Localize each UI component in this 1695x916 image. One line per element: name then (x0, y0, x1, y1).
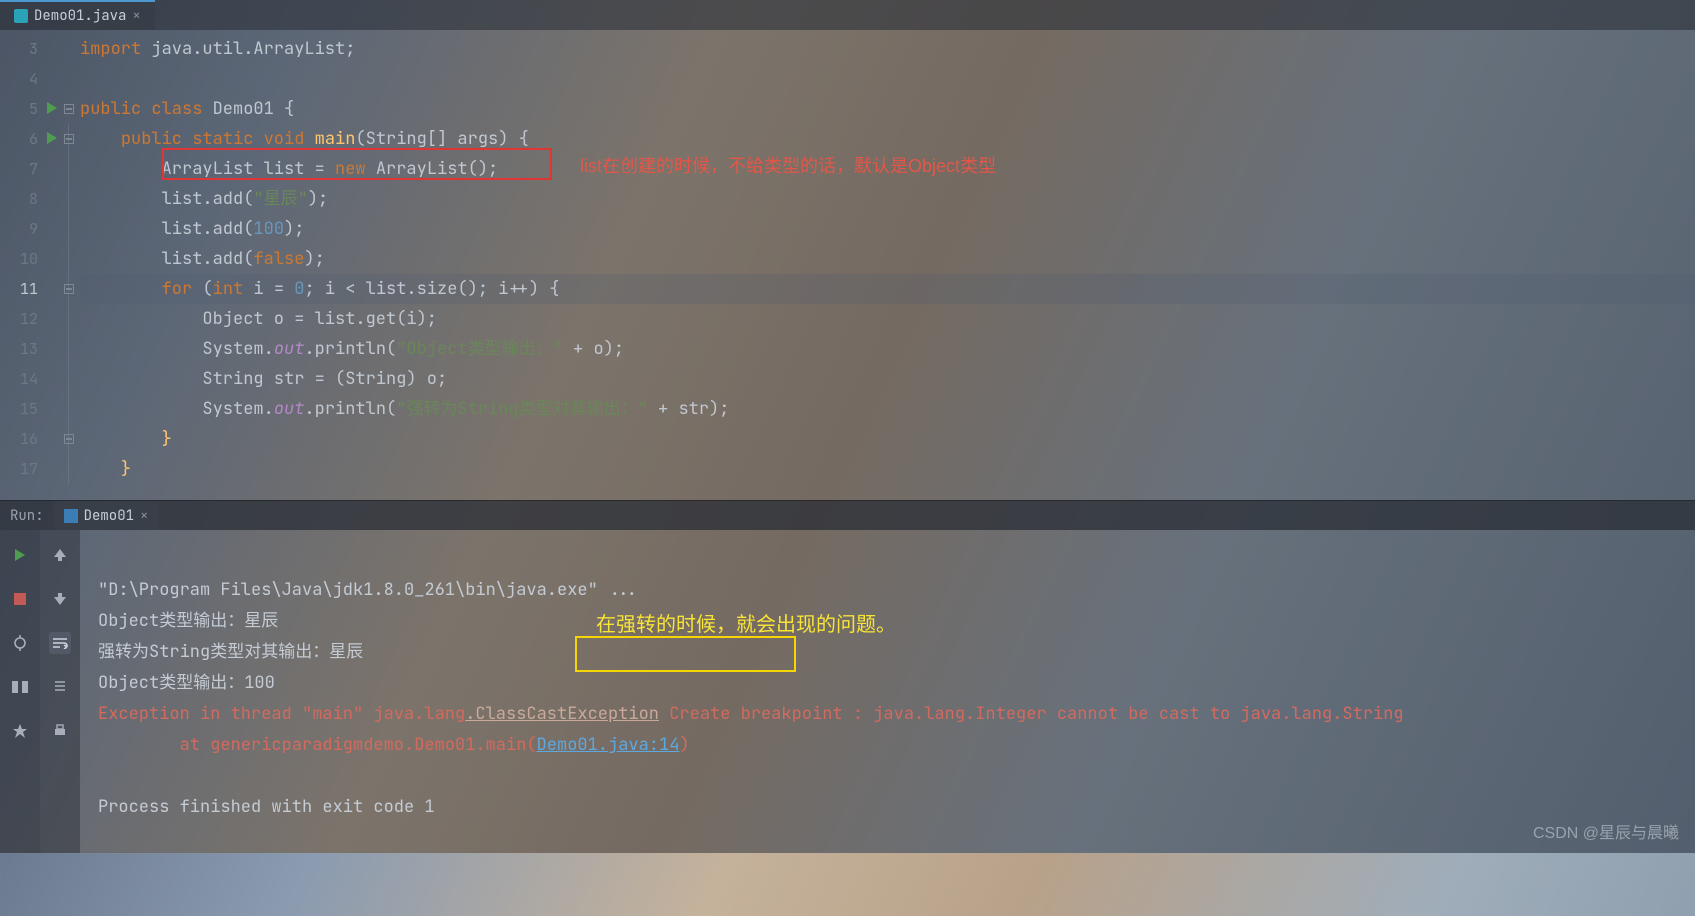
fold-toggle[interactable] (64, 284, 74, 294)
close-icon[interactable]: × (132, 7, 140, 25)
line-number: 7 (0, 154, 62, 184)
fold-gutter (62, 30, 80, 500)
run-gutter-icon[interactable] (46, 132, 58, 144)
run-panel: "D:\Program Files\Java\jdk1.8.0_261\bin\… (0, 530, 1695, 853)
print-button[interactable] (49, 720, 71, 742)
line-number: 14 (0, 364, 62, 394)
annotation-red-text: list在创建的时候，不给类型的话，默认是Object类型 (580, 152, 996, 178)
annotation-red-box (162, 148, 552, 180)
fold-toggle[interactable] (64, 104, 74, 114)
console-stack-line: at genericparadigmdemo.Demo01.main(Demo0… (98, 734, 690, 756)
stop-button[interactable] (9, 588, 31, 610)
console-line: Object类型输出：100 (98, 672, 275, 694)
line-number: 15 (0, 394, 62, 424)
line-number: 13 (0, 334, 62, 364)
debug-button[interactable] (9, 632, 31, 654)
run-label: Run: (0, 507, 54, 525)
line-number: 4 (0, 64, 62, 94)
console-output[interactable]: "D:\Program Files\Java\jdk1.8.0_261\bin\… (80, 530, 1695, 853)
rerun-button[interactable] (9, 544, 31, 566)
line-number: 9 (0, 214, 62, 244)
application-icon (64, 509, 78, 523)
console-line: Object类型输出：星辰 (98, 610, 278, 632)
down-button[interactable] (49, 588, 71, 610)
run-panel-header: Run: Demo01 × (0, 500, 1695, 530)
run-config-tab[interactable]: Demo01 × (54, 501, 159, 530)
editor-tabbar: Demo01.java × (0, 0, 1695, 30)
line-number-current: 11 (0, 274, 62, 304)
annotation-yellow-box (575, 636, 796, 672)
console-line: 强转为String类型对其输出：星辰 (98, 641, 363, 663)
soft-wrap-button[interactable] (49, 632, 71, 654)
up-button[interactable] (49, 544, 71, 566)
close-icon[interactable]: × (140, 507, 148, 525)
fold-toggle[interactable] (64, 134, 74, 144)
line-number: 12 (0, 304, 62, 334)
tab-demo01[interactable]: Demo01.java × (0, 0, 155, 30)
line-number: 5 (0, 94, 62, 124)
line-number: 17 (0, 454, 62, 484)
annotation-yellow-text: 在强转的时候，就会出现的问题。 (596, 608, 896, 637)
run-config-name: Demo01 (84, 507, 134, 525)
run-tool-column-left (0, 530, 40, 853)
line-number: 3 (0, 34, 62, 64)
scroll-to-end-button[interactable] (49, 676, 71, 698)
line-gutter: 3 4 5 6 7 8 9 10 11 12 13 14 15 16 17 (0, 30, 62, 500)
line-number: 10 (0, 244, 62, 274)
exception-class-link[interactable]: .ClassCastException (465, 703, 659, 725)
run-gutter-icon[interactable] (46, 102, 58, 114)
run-tool-column-right (40, 530, 80, 853)
watermark: CSDN @星辰与晨曦 (1533, 819, 1679, 843)
line-number: 16 (0, 424, 62, 454)
line-number: 8 (0, 184, 62, 214)
console-cmd: "D:\Program Files\Java\jdk1.8.0_261\bin\… (98, 579, 639, 601)
source-link[interactable]: Demo01.java:14 (537, 734, 680, 756)
fold-toggle[interactable] (64, 434, 74, 444)
line-number: 6 (0, 124, 62, 154)
pin-button[interactable] (9, 720, 31, 742)
console-error-line: Exception in thread "main" java.lang.Cla… (98, 703, 1404, 725)
layout-button[interactable] (9, 676, 31, 698)
console-exit: Process finished with exit code 1 (98, 796, 435, 818)
code-area[interactable]: import java.util.ArrayList; public class… (80, 30, 1695, 500)
tab-filename: Demo01.java (34, 7, 126, 25)
code-editor[interactable]: 3 4 5 6 7 8 9 10 11 12 13 14 15 16 17 (0, 30, 1695, 500)
java-class-icon (14, 9, 28, 23)
